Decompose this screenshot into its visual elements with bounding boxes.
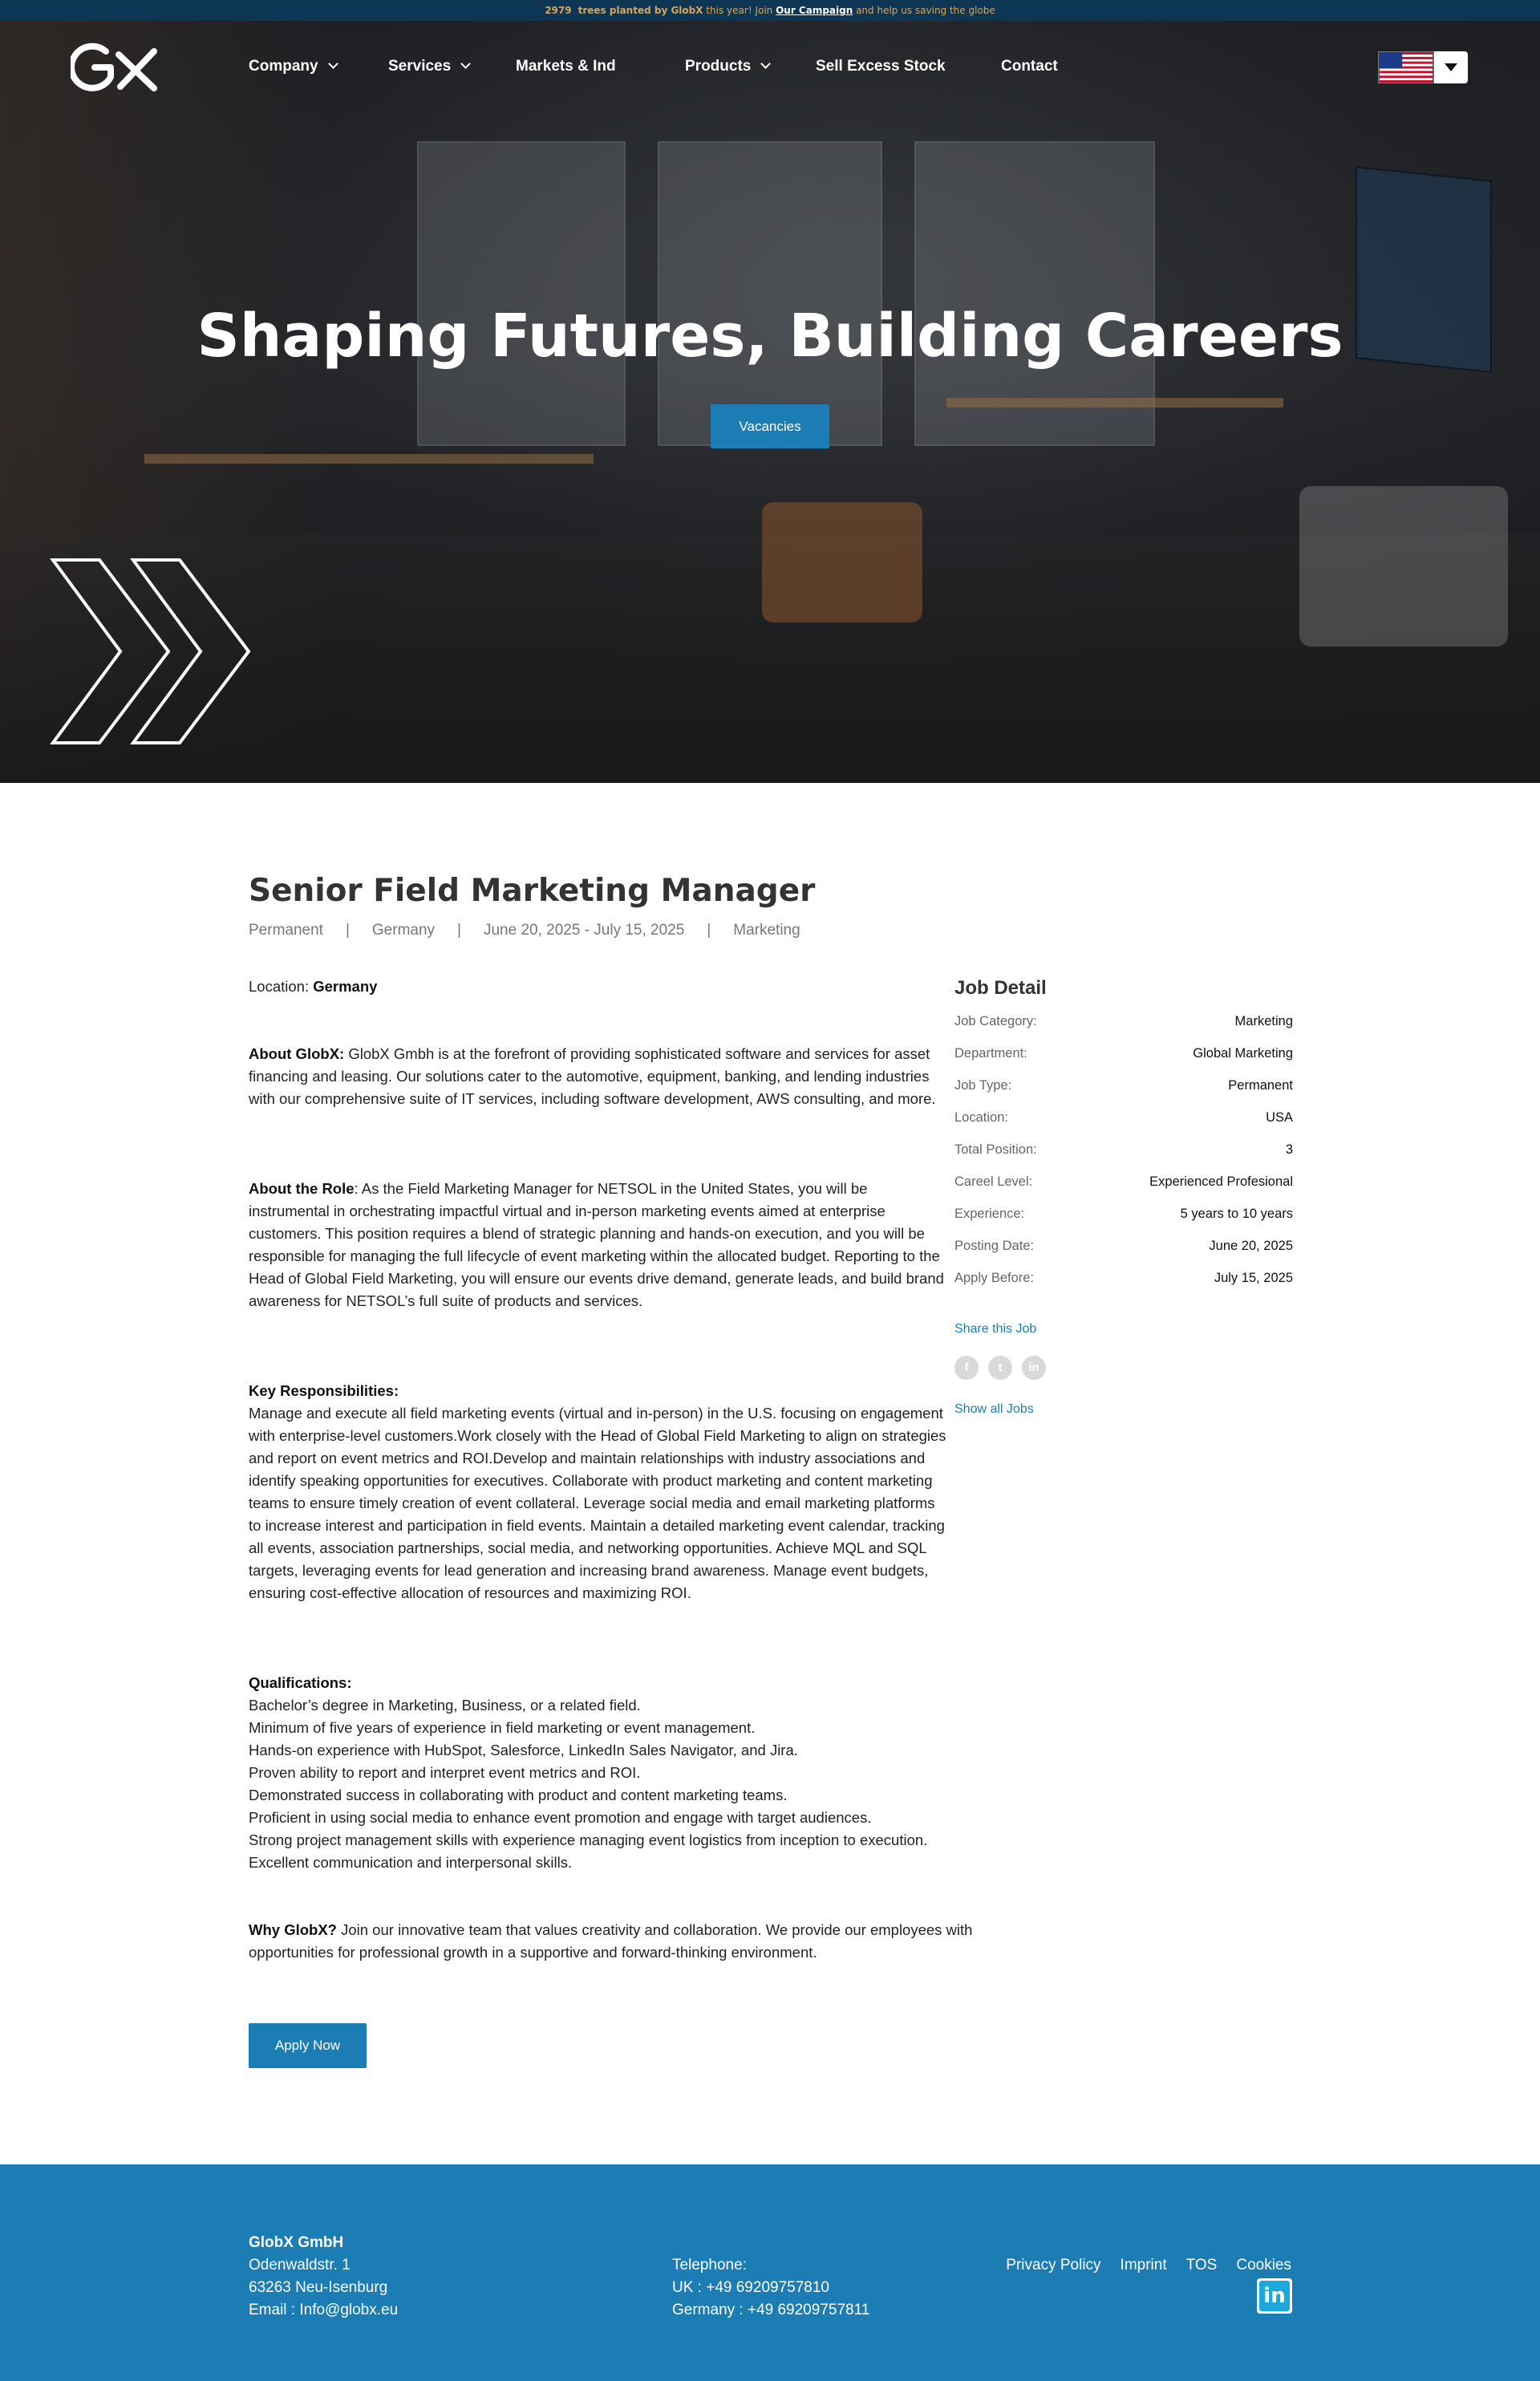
detail-row: Apply Before: July 15, 2025 bbox=[954, 1271, 1293, 1285]
vacancies-button[interactable]: Vacancies bbox=[711, 404, 829, 448]
job-date-range: June 20, 2025 - July 15, 2025 bbox=[483, 922, 685, 939]
share-icons: f t in bbox=[954, 1356, 1056, 1381]
campaign-link[interactable]: Our Campaign bbox=[776, 5, 853, 16]
footer-phone-uk[interactable]: UK : +49 69209757810 bbox=[672, 2277, 869, 2299]
language-selector[interactable] bbox=[1378, 50, 1468, 83]
meta-separator: | bbox=[707, 922, 711, 939]
nav-products[interactable]: Products bbox=[685, 58, 772, 77]
chevron-down-icon bbox=[327, 59, 338, 69]
job-location: Location: Germany bbox=[249, 978, 378, 995]
linkedin-icon[interactable]: in bbox=[1257, 2278, 1292, 2314]
show-all-jobs-link[interactable]: Show all Jobs bbox=[954, 1402, 1034, 1417]
why-globx: Why GlobX? Join our innovative team that… bbox=[249, 1921, 973, 1961]
qualifications: Qualifications: Bachelor’s degree in Mar… bbox=[249, 1672, 1019, 1874]
double-chevron-icon bbox=[50, 558, 251, 744]
job-country: Germany bbox=[371, 922, 436, 939]
hero-section: Company Services Markets & Ind Products … bbox=[0, 21, 1540, 783]
job-category: Marketing bbox=[733, 922, 800, 939]
job-title: Senior Field Marketing Manager bbox=[249, 873, 816, 909]
hero-background-sofa bbox=[762, 502, 922, 623]
footer-link-imprint[interactable]: Imprint bbox=[1121, 2257, 1167, 2274]
detail-row: Location: USA bbox=[954, 1110, 1293, 1125]
nav-company[interactable]: Company bbox=[249, 58, 338, 77]
linkedin-icon[interactable]: in bbox=[1022, 1356, 1046, 1380]
qualification-item: Demonstrated success in collaborating wi… bbox=[249, 1787, 788, 1803]
meta-separator: | bbox=[457, 922, 461, 939]
nav-markets[interactable]: Markets & Ind bbox=[516, 58, 616, 77]
top-announcement-bar: 2979 trees planted by GlobX this year! J… bbox=[0, 0, 1540, 21]
hero-title: Shaping Futures, Building Careers bbox=[197, 302, 1343, 371]
apply-now-button[interactable]: Apply Now bbox=[249, 2023, 367, 2068]
facebook-icon[interactable]: f bbox=[954, 1356, 979, 1380]
hero-background-desk bbox=[144, 454, 594, 464]
trees-text: trees planted by GlobX bbox=[578, 5, 703, 16]
job-type: Permanent bbox=[249, 922, 323, 939]
footer-link-cookies[interactable]: Cookies bbox=[1236, 2257, 1291, 2274]
linkedin-glyph: in bbox=[1259, 2281, 1290, 2311]
nav-services[interactable]: Services bbox=[388, 58, 472, 77]
qualification-item: Hands-on experience with HubSpot, Salesf… bbox=[249, 1742, 798, 1758]
detail-row: Department: Global Marketing bbox=[954, 1046, 1293, 1061]
nav-sell-excess-stock[interactable]: Sell Excess Stock bbox=[816, 58, 946, 77]
qualification-item: Minimum of five years of experience in f… bbox=[249, 1719, 756, 1736]
footer-phone-germany[interactable]: Germany : +49 69209757811 bbox=[672, 2299, 869, 2322]
caret-down-icon bbox=[1445, 63, 1457, 71]
about-globx: About GlobX: GlobX Gmbh is at the forefr… bbox=[249, 1045, 936, 1107]
hero-background-desk bbox=[946, 398, 1283, 408]
language-dropdown-button[interactable] bbox=[1434, 51, 1468, 83]
footer-email[interactable]: Email : Info@globx.eu bbox=[249, 2299, 398, 2322]
detail-row: Careel Level: Experienced Profesional bbox=[954, 1174, 1293, 1189]
footer-telephone-label: Telephone: bbox=[672, 2257, 747, 2274]
topbar-middle-text: this year! Join bbox=[703, 5, 776, 16]
hero-background-window bbox=[417, 141, 626, 446]
job-meta: Permanent | Germany | June 20, 2025 - July 1… bbox=[249, 922, 800, 939]
chevron-down-icon bbox=[460, 59, 472, 69]
share-this-job: Share this Job bbox=[954, 1322, 1037, 1336]
job-detail-sidebar: Job Detail Job Category: Marketing Depart… bbox=[954, 977, 1293, 1416]
globx-logo[interactable] bbox=[71, 40, 160, 93]
qualification-item: Proficient in using social media to enha… bbox=[249, 1809, 872, 1826]
detail-row: Posting Date: June 20, 2025 bbox=[954, 1239, 1293, 1253]
job-detail-title: Job Detail bbox=[954, 977, 1047, 999]
qualification-item: Excellent communication and interpersona… bbox=[249, 1854, 573, 1871]
footer: GlobX GmbH Odenwaldstr. 1 63263 Neu-Isen… bbox=[0, 2164, 1540, 2381]
chevron-down-icon bbox=[760, 59, 772, 69]
hero-background-window bbox=[658, 141, 882, 446]
detail-row: Job Type: Permanent bbox=[954, 1078, 1293, 1093]
footer-company-name: GlobX GmbH bbox=[249, 2234, 344, 2251]
qualification-item: Strong project management skills with ex… bbox=[249, 1831, 928, 1848]
trees-count: 2979 bbox=[545, 5, 572, 16]
footer-link-privacy-policy[interactable]: Privacy Policy bbox=[1006, 2257, 1100, 2274]
footer-street: Odenwaldstr. 1 bbox=[249, 2257, 351, 2274]
meta-separator: | bbox=[345, 922, 350, 939]
main-navigation: Company Services Markets & Ind Products … bbox=[0, 21, 1540, 117]
footer-address: GlobX GmbH Odenwaldstr. 1 63263 Neu-Isen… bbox=[249, 2232, 398, 2322]
detail-row: Experience: 5 years to 10 years bbox=[954, 1207, 1293, 1221]
footer-city: 63263 Neu-Isenburg bbox=[249, 2279, 388, 2296]
footer-links: Privacy Policy Imprint TOS Cookies bbox=[987, 2254, 1291, 2277]
nav-contact[interactable]: Contact bbox=[1001, 58, 1058, 77]
footer-contact: Telephone: UK : +49 69209757810 Germany … bbox=[672, 2254, 869, 2322]
us-flag-icon bbox=[1378, 51, 1434, 83]
detail-row: Job Category: Marketing bbox=[954, 1014, 1293, 1028]
about-role: About the Role: As the Field Marketing M… bbox=[249, 1180, 944, 1309]
twitter-icon[interactable]: t bbox=[988, 1356, 1012, 1380]
detail-row: Total Position: 3 bbox=[954, 1142, 1293, 1157]
hero-background-armchair bbox=[1299, 486, 1508, 647]
qualification-item: Bachelor’s degree in Marketing, Business… bbox=[249, 1697, 641, 1714]
qualification-item: Proven ability to report and interpret e… bbox=[249, 1764, 641, 1781]
topbar-end-text: and help us saving the globe bbox=[853, 5, 995, 16]
footer-link-tos[interactable]: TOS bbox=[1186, 2257, 1218, 2274]
key-responsibilities: Key Responsibilities: Manage and execute… bbox=[249, 1382, 946, 1601]
